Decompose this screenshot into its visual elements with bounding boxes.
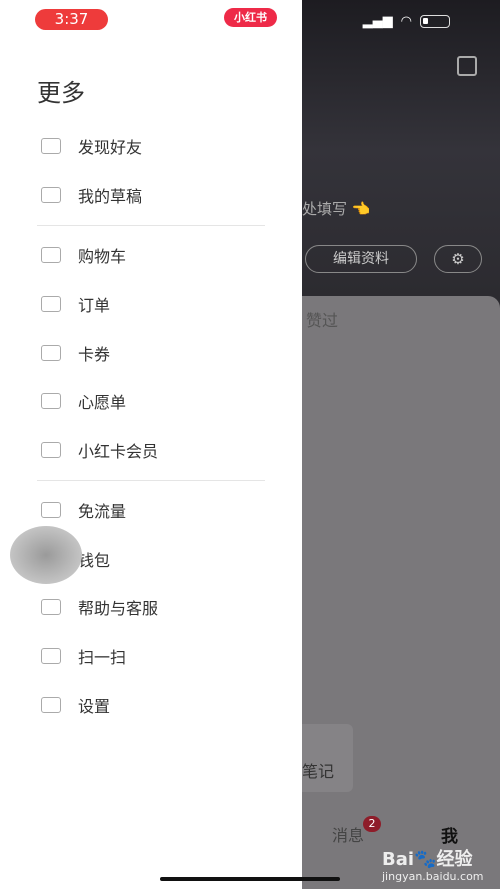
share-icon[interactable] (457, 56, 477, 76)
menu-item[interactable]: 心愿单 (0, 381, 302, 421)
menu-item[interactable]: 卡券 (0, 333, 302, 373)
drawer-title: 更多 (37, 79, 85, 107)
status-time: 3:37 (35, 9, 108, 30)
tab-messages[interactable]: 消息 (332, 822, 364, 846)
divider (37, 225, 265, 226)
menu-item[interactable]: 免流量 (0, 490, 302, 530)
menu-item-label: 帮助与客服 (78, 599, 159, 618)
edit-profile-button[interactable]: 编辑资料 (305, 245, 417, 273)
menu-item[interactable]: 我的草稿 (0, 175, 302, 215)
menu-item-label: 设置 (78, 697, 111, 716)
menu-item-label: 卡券 (78, 345, 111, 364)
status-icons: ▂▄▆ ◠ (363, 14, 450, 29)
member-icon (41, 442, 61, 458)
tab-me[interactable]: 我 (441, 822, 458, 847)
menu-item-label: 钱包 (78, 551, 111, 570)
menu-item-label: 购物车 (78, 247, 127, 266)
menu-item[interactable]: 小红卡会员 (0, 430, 302, 470)
battery-icon (420, 15, 450, 28)
menu-item[interactable]: 帮助与客服 (0, 587, 302, 627)
side-drawer: 3:37 小红书 更多 发现好友我的草稿购物车订单卡券心愿单小红卡会员免流量钱包… (0, 0, 302, 889)
wifi-icon: ◠ (400, 14, 412, 29)
menu-item-label: 发现好友 (78, 138, 143, 157)
add-user-icon (41, 138, 61, 154)
order-icon (41, 296, 61, 312)
menu-item[interactable]: 发现好友 (0, 126, 302, 166)
menu-item-label: 免流量 (78, 502, 127, 521)
menu-item[interactable]: 购物车 (0, 235, 302, 275)
messages-badge: 2 (363, 816, 381, 832)
menu-item-label: 扫一扫 (78, 648, 127, 667)
menu-item-label: 我的草稿 (78, 187, 143, 206)
menu-item[interactable]: 设置 (0, 685, 302, 725)
menu-item-label: 订单 (78, 296, 111, 315)
signal-icon: ▂▄▆ (362, 14, 393, 29)
tab-liked[interactable]: 赞过 (306, 307, 338, 331)
menu-item-label: 小红卡会员 (78, 442, 159, 461)
watermark-url: jingyan.baidu.com (382, 870, 484, 883)
touch-indicator (10, 526, 82, 584)
headset-icon (41, 599, 61, 615)
app-badge: 小红书 (224, 8, 277, 27)
menu-item[interactable]: 订单 (0, 284, 302, 324)
menu-item[interactable]: 扫一扫 (0, 636, 302, 676)
inbox-icon (41, 187, 61, 203)
data-icon (41, 502, 61, 518)
wishlist-icon (41, 393, 61, 409)
divider (37, 480, 265, 481)
content-card (302, 296, 500, 889)
coupon-icon (41, 345, 61, 361)
bio-hint: 处填写 👈 (302, 200, 371, 218)
cart-icon (41, 247, 61, 263)
menu-item-label: 心愿单 (78, 393, 127, 412)
settings-icon (41, 697, 61, 713)
settings-gear-button[interactable]: ⚙ (434, 245, 482, 273)
home-indicator[interactable] (160, 877, 340, 881)
watermark-logo: Bai🐾经验 (382, 849, 473, 870)
scan-icon (41, 648, 61, 664)
